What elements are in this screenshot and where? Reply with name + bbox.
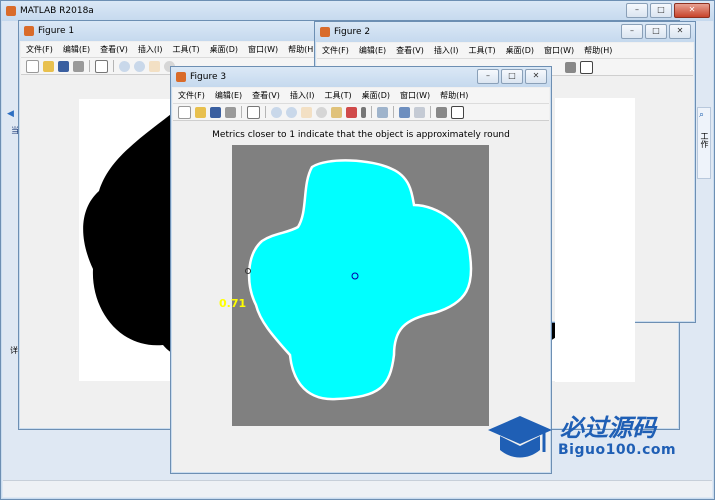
object-shape bbox=[247, 159, 473, 401]
figure3-plot-title: Metrics closer to 1 indicate that the ob… bbox=[212, 130, 510, 140]
zoom-out-icon[interactable] bbox=[286, 106, 297, 118]
zoom-out-icon[interactable] bbox=[134, 60, 145, 72]
menu-file[interactable]: 文件(F) bbox=[317, 45, 354, 56]
maximize-button[interactable]: □ bbox=[645, 24, 667, 39]
pointer-icon[interactable] bbox=[247, 105, 260, 119]
save-icon[interactable] bbox=[58, 60, 69, 72]
matlab-title: MATLAB R2018a bbox=[20, 6, 94, 16]
toolbar-separator bbox=[89, 60, 90, 72]
toolbar-separator bbox=[430, 106, 431, 118]
show-plot-tools-icon[interactable] bbox=[451, 105, 464, 119]
print-icon[interactable] bbox=[73, 60, 84, 72]
minimize-button[interactable]: – bbox=[477, 69, 499, 84]
legend-icon[interactable] bbox=[414, 106, 425, 118]
watermark: 必过源码 Biguo100.com bbox=[484, 406, 708, 468]
menu-edit[interactable]: 编辑(E) bbox=[210, 90, 247, 101]
figure2-menubar: 文件(F) 编辑(E) 查看(V) 插入(I) 工具(T) 桌面(D) 窗口(W… bbox=[317, 43, 693, 59]
matlab-logo-icon bbox=[6, 6, 16, 16]
menu-view[interactable]: 查看(V) bbox=[247, 90, 285, 101]
figure2-title: Figure 2 bbox=[334, 27, 371, 37]
search-icon[interactable]: ⌕ bbox=[699, 110, 704, 120]
data-cursor-icon[interactable] bbox=[331, 106, 342, 118]
menu-insert[interactable]: 插入(I) bbox=[429, 45, 464, 56]
pointer-icon[interactable] bbox=[95, 59, 108, 73]
minimize-button[interactable]: – bbox=[621, 24, 643, 39]
back-arrow-icon[interactable]: ◀ bbox=[7, 109, 14, 119]
figure3-title: Figure 3 bbox=[190, 72, 227, 82]
close-button[interactable]: ✕ bbox=[674, 3, 710, 18]
pan-icon[interactable] bbox=[149, 60, 160, 72]
menu-view[interactable]: 查看(V) bbox=[391, 45, 429, 56]
figure-icon bbox=[320, 27, 330, 37]
menu-window[interactable]: 窗口(W) bbox=[539, 45, 579, 56]
side-tab-workspace[interactable]: ⌕ 工作 bbox=[697, 107, 711, 179]
menu-edit[interactable]: 编辑(E) bbox=[58, 44, 95, 55]
pan-icon[interactable] bbox=[301, 106, 312, 118]
toolbar-separator bbox=[241, 106, 242, 118]
menu-insert[interactable]: 插入(I) bbox=[133, 44, 168, 55]
roundness-shape-plot bbox=[245, 159, 473, 401]
figure3-menubar: 文件(F) 编辑(E) 查看(V) 插入(I) 工具(T) 桌面(D) 窗口(W… bbox=[173, 88, 549, 104]
figure1-title: Figure 1 bbox=[38, 26, 75, 36]
maximize-button[interactable]: □ bbox=[501, 69, 523, 84]
rotate-icon[interactable] bbox=[316, 106, 327, 118]
minimize-button[interactable]: – bbox=[626, 3, 648, 18]
workspace-label: 工作 bbox=[700, 132, 709, 148]
matlab-titlebar[interactable]: MATLAB R2018a bbox=[1, 1, 714, 21]
menu-edit[interactable]: 编辑(E) bbox=[354, 45, 391, 56]
graduation-cap-icon bbox=[488, 416, 552, 458]
new-figure-icon[interactable] bbox=[178, 105, 191, 119]
menu-file[interactable]: 文件(F) bbox=[173, 90, 210, 101]
menu-window[interactable]: 窗口(W) bbox=[243, 44, 283, 55]
zoom-in-icon[interactable] bbox=[271, 106, 282, 118]
show-plot-tools-icon[interactable] bbox=[580, 60, 593, 74]
toolbar-separator bbox=[265, 106, 266, 118]
toolbar-separator bbox=[113, 60, 114, 72]
figure2-canvas bbox=[555, 98, 635, 382]
close-button[interactable]: ✕ bbox=[669, 24, 691, 39]
hide-plot-tools-icon[interactable] bbox=[565, 61, 576, 73]
watermark-cn-text: 必过源码 bbox=[560, 414, 656, 442]
menu-tools[interactable]: 工具(T) bbox=[463, 45, 500, 56]
menu-tools[interactable]: 工具(T) bbox=[319, 90, 356, 101]
brush-dropdown-icon[interactable] bbox=[361, 106, 366, 118]
figure2-window-controls: – □ ✕ bbox=[619, 24, 691, 39]
maximize-button[interactable]: □ bbox=[650, 3, 672, 18]
side-label-details[interactable]: 详 bbox=[10, 345, 18, 356]
menu-tools[interactable]: 工具(T) bbox=[167, 44, 204, 55]
toolbar-separator bbox=[371, 106, 372, 118]
close-button[interactable]: ✕ bbox=[525, 69, 547, 84]
status-bar bbox=[3, 480, 712, 497]
menu-file[interactable]: 文件(F) bbox=[21, 44, 58, 55]
figure3-window-controls: – □ ✕ bbox=[475, 69, 547, 84]
brush-icon[interactable] bbox=[346, 106, 357, 118]
metric-label: 0.71 bbox=[219, 297, 247, 310]
menu-help[interactable]: 帮助(H) bbox=[579, 45, 617, 56]
open-icon[interactable] bbox=[195, 106, 206, 118]
figure3-toolbar bbox=[173, 104, 549, 121]
link-plot-icon[interactable] bbox=[377, 106, 388, 118]
colorbar-icon[interactable] bbox=[399, 106, 410, 118]
hide-plot-tools-icon[interactable] bbox=[436, 106, 447, 118]
figure3-axes bbox=[232, 145, 489, 426]
toolbar-separator bbox=[393, 106, 394, 118]
menu-desktop[interactable]: 桌面(D) bbox=[205, 44, 243, 55]
print-icon[interactable] bbox=[225, 106, 236, 118]
menu-desktop[interactable]: 桌面(D) bbox=[357, 90, 395, 101]
open-icon[interactable] bbox=[43, 60, 54, 72]
menu-help[interactable]: 帮助(H) bbox=[435, 90, 473, 101]
watermark-en-text: Biguo100.com bbox=[558, 442, 677, 458]
figure-icon bbox=[24, 26, 34, 36]
new-figure-icon[interactable] bbox=[26, 59, 39, 73]
save-icon[interactable] bbox=[210, 106, 221, 118]
matlab-window-controls: – □ ✕ bbox=[624, 3, 710, 18]
figure-icon bbox=[176, 72, 186, 82]
menu-insert[interactable]: 插入(I) bbox=[285, 90, 320, 101]
zoom-in-icon[interactable] bbox=[119, 60, 130, 72]
menu-window[interactable]: 窗口(W) bbox=[395, 90, 435, 101]
menu-view[interactable]: 查看(V) bbox=[95, 44, 133, 55]
menu-desktop[interactable]: 桌面(D) bbox=[501, 45, 539, 56]
